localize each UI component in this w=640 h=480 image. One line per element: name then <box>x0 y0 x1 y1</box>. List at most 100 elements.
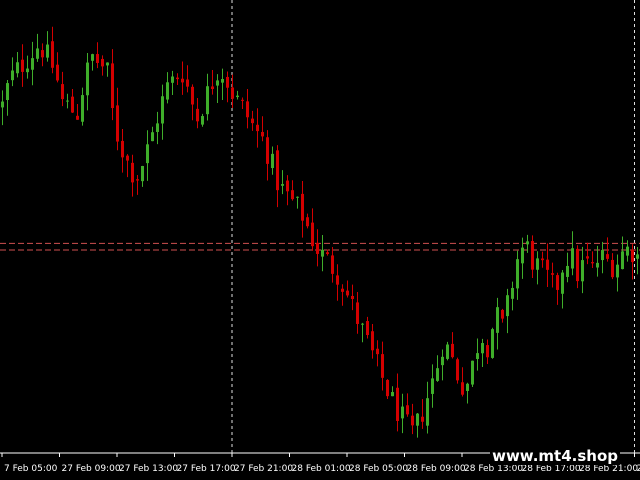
candle-body-bull <box>596 262 599 268</box>
candle-body-bull <box>416 413 419 426</box>
candle-body-bear <box>331 255 334 274</box>
candle-body-bull <box>296 196 299 198</box>
candle-body-bear <box>111 63 114 109</box>
candle-body-bull <box>66 100 69 102</box>
price-chart-area[interactable]: 7 Feb 05:00 27 Feb 09:00 27 Feb 13:00 27 Fe… <box>0 0 640 480</box>
candle-body-bear <box>346 290 349 296</box>
candle-body-bear <box>501 309 504 319</box>
candle-body-bear <box>176 77 179 80</box>
candle-body-bear <box>306 217 309 227</box>
candle-body-bull <box>151 132 154 142</box>
candle-body-bull <box>621 251 624 270</box>
candle-body-bull <box>526 241 529 245</box>
candle-body-bear <box>371 331 374 351</box>
candle-body-bull <box>436 368 439 381</box>
candle-body-bull <box>16 62 19 74</box>
candle-body-bull <box>536 258 539 270</box>
candle-body-bull <box>236 95 239 98</box>
candle-body-bear <box>121 140 124 158</box>
candle-body-bull <box>281 184 284 186</box>
candle-body-bear <box>411 415 414 426</box>
candle-body-bear <box>21 59 24 72</box>
candle-body-bear <box>366 321 369 336</box>
candle-body-bull <box>441 356 444 366</box>
candlestick-chart[interactable]: 7 Feb 05:00 27 Feb 09:0027 Feb 13:0027 Fe… <box>0 0 640 480</box>
candle-body-bear <box>486 345 489 358</box>
candle-body-bull <box>271 153 274 169</box>
candle-body-bull <box>476 353 479 359</box>
candle-body-bull <box>636 254 639 259</box>
candle-body-bear <box>246 101 249 118</box>
candle-body-bear <box>351 295 354 300</box>
candle-body-bear <box>266 137 269 164</box>
candle-body-bull <box>506 295 509 317</box>
candle-body-bull <box>481 343 484 354</box>
candle-body-bear <box>381 354 384 378</box>
candle-body-bear <box>226 76 229 88</box>
candle-body-bear <box>606 254 609 259</box>
candle-body-bear <box>276 150 279 191</box>
candle-body-bear <box>286 180 289 192</box>
x-axis-tick-label: 28 Feb 21:00 <box>579 464 638 474</box>
candle-body-bear <box>76 115 79 120</box>
candle-body-bear <box>186 79 189 87</box>
candle-body-bear <box>251 118 254 124</box>
candle-body-bull <box>361 323 364 325</box>
x-axis-tick-label: 28 Feb 05:00 <box>349 464 408 474</box>
candle-body-bull <box>146 144 149 164</box>
candle-body-bear <box>241 99 244 101</box>
candle-body-bull <box>391 392 394 397</box>
candle-body-bull <box>626 246 629 256</box>
candle-body-bear <box>341 288 344 292</box>
candle-body-bear <box>546 259 549 270</box>
candle-body-bear <box>136 179 139 181</box>
candle-body-bear <box>101 58 104 67</box>
candle-body-bull <box>516 259 519 289</box>
candle-body-bear <box>316 242 319 254</box>
candle-body-bear <box>231 87 234 99</box>
candle-body-bear <box>421 416 424 422</box>
candle-body-bear <box>591 262 594 264</box>
candle-body-bear <box>576 248 579 282</box>
candle-body-bear <box>181 78 184 83</box>
candle-body-bull <box>166 82 169 100</box>
candle-body-bull <box>81 95 84 122</box>
candle-body-bull <box>321 249 324 257</box>
candle-body-bull <box>581 260 584 282</box>
candle-body-bull <box>491 329 494 358</box>
candle-body-bear <box>131 162 134 183</box>
candle-body-bear <box>196 108 199 122</box>
candle-body-bear <box>336 275 339 285</box>
x-axis-tick-label: 27 Feb 13:00 <box>119 464 178 474</box>
candle-body-bear <box>211 86 214 90</box>
candle-body-bull <box>31 58 34 70</box>
candle-body-bull <box>431 378 434 394</box>
candle-body-bull <box>36 48 39 59</box>
candle-body-bull <box>601 250 604 261</box>
candle-body-bull <box>216 80 219 86</box>
candle-body-bull <box>221 79 224 83</box>
candle-body-bear <box>586 256 589 259</box>
candle-body-bull <box>206 86 209 115</box>
candle-body-bear <box>396 387 399 421</box>
candle-body-bull <box>426 398 429 426</box>
candle-body-bear <box>71 96 74 113</box>
x-axis-tick-label: 27 Feb 09:00 <box>62 464 121 474</box>
candle-body-bull <box>521 247 524 264</box>
candle-body-bear <box>51 41 54 68</box>
candle-body-bear <box>261 131 264 137</box>
candle-body-bear <box>311 222 314 247</box>
candle-body-bull <box>446 344 449 359</box>
candle-body-bear <box>301 193 304 221</box>
candle-body-bull <box>106 62 109 66</box>
candle-body-bear <box>41 50 44 58</box>
x-axis-tick-label: 28 Feb 09:00 <box>407 464 466 474</box>
x-axis-tick-label: 29 Feb 01:00 <box>637 464 640 474</box>
candle-body-bear <box>461 382 464 395</box>
x-axis-tick-label: 27 Feb 17:00 <box>177 464 236 474</box>
candle-body-bear <box>61 84 64 100</box>
candle-body-bear <box>356 302 359 324</box>
candle-body-bull <box>616 264 619 278</box>
candle-body-bear <box>191 86 194 105</box>
candle-body-bull <box>1 101 4 108</box>
